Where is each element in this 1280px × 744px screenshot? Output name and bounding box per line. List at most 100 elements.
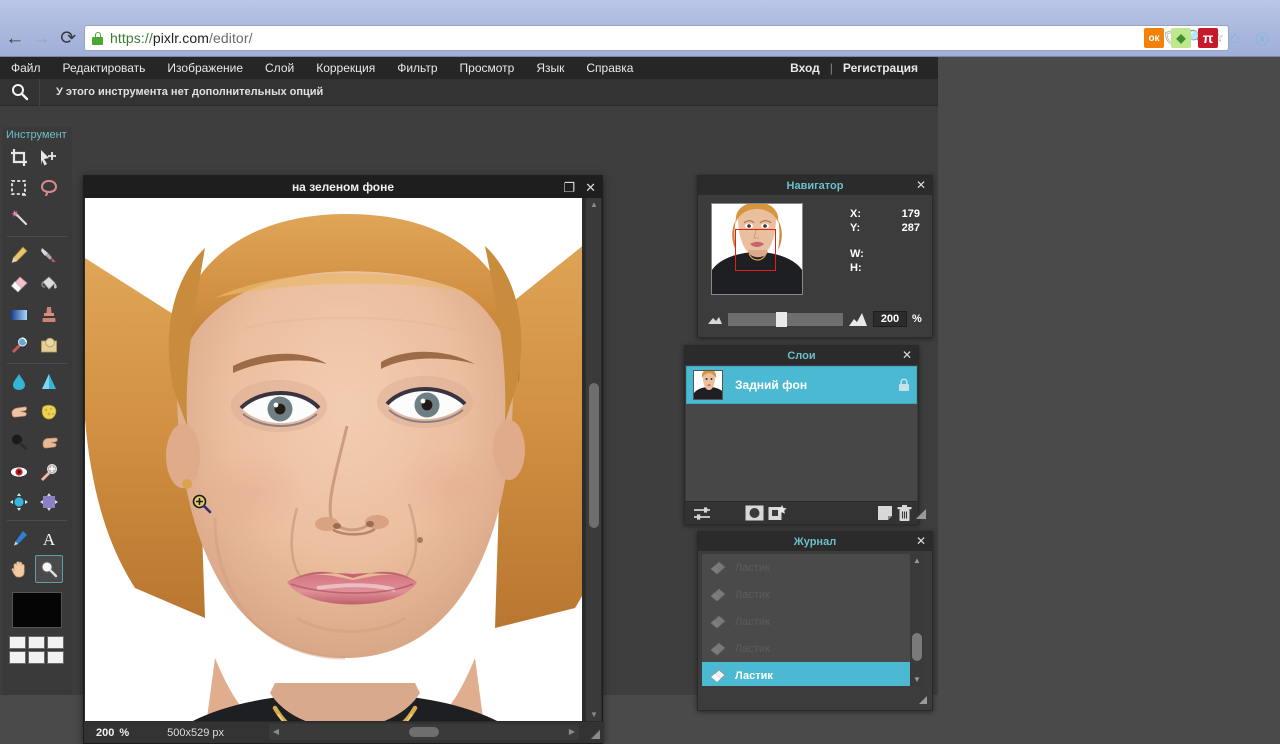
shape-draw-icon[interactable] [35,331,63,359]
home-extension-icon[interactable]: ⌂ [1225,28,1245,48]
palette-cell[interactable] [9,651,26,664]
scroll-right-arrow-icon[interactable]: ▶ [565,724,579,740]
spot-heal-icon[interactable] [35,458,63,486]
navigator-thumbnail[interactable] [711,203,803,295]
menu-edit[interactable]: Редактировать [52,57,157,79]
water-drop-icon[interactable] [5,368,33,396]
menu-adjustment[interactable]: Коррекция [305,57,386,79]
pi-extension-icon[interactable]: π [1198,28,1218,48]
menu-filter[interactable]: Фильтр [386,57,448,79]
delete-layer-icon[interactable] [897,504,912,523]
pencil-icon[interactable] [5,241,33,269]
image-window-titlebar[interactable]: на зеленом фоне ❐ ✕ [84,176,602,198]
menu-layer[interactable]: Слой [254,57,305,79]
resize-grip-icon[interactable] [914,504,927,523]
scroll-down-arrow-icon[interactable]: ▼ [910,673,924,686]
history-panel-header[interactable]: Журнал ✕ [698,532,932,551]
amazon-extension-icon[interactable]: ⓐ [1252,28,1272,48]
scroll-up-arrow-icon[interactable]: ▲ [586,198,602,212]
address-bar[interactable]: https://pixlr.com/editor/ 🛡 🔍 ☆ [84,25,1229,51]
maximize-icon[interactable]: ❐ [563,181,575,194]
zoom-input[interactable]: 200 [873,311,907,327]
red-eye-icon[interactable] [5,458,33,486]
history-item[interactable]: Ластик [702,608,914,635]
zoom-slider-thumb[interactable] [776,311,787,327]
close-icon[interactable]: ✕ [585,181,596,194]
forward-arrow-icon[interactable]: → [30,25,54,51]
foreground-color-swatch[interactable] [12,592,62,628]
large-mountain-icon[interactable] [849,312,867,326]
history-item[interactable]: Ластик [702,554,914,581]
canvas-horizontal-scrollbar[interactable]: ◀ ▶ [269,724,579,740]
menu-image[interactable]: Изображение [156,57,254,79]
brush-icon[interactable] [35,241,63,269]
palette-cell[interactable] [47,651,64,664]
eraser-icon[interactable] [5,271,33,299]
history-item[interactable]: Ластик [702,581,914,608]
sponge-icon[interactable] [35,398,63,426]
resize-grip-icon[interactable] [917,694,928,705]
stamp-icon[interactable] [35,301,63,329]
palette-cell[interactable] [9,636,26,649]
lock-icon[interactable] [898,378,910,392]
paint-bucket-icon[interactable] [35,271,63,299]
zoom-slider[interactable] [728,311,843,327]
back-arrow-icon[interactable]: ← [3,25,27,51]
magic-wand-icon[interactable] [5,204,33,232]
text-a-icon[interactable]: A [35,525,63,553]
layer-settings-icon[interactable] [693,504,711,523]
hand-icon[interactable] [5,555,33,583]
palette-cell[interactable] [28,636,45,649]
horizontal-scroll-thumb[interactable] [409,727,439,737]
pinch-icon[interactable] [35,488,63,516]
history-scrollbar[interactable]: ▲ ▼ [910,554,924,686]
scroll-left-arrow-icon[interactable]: ◀ [269,724,283,740]
rect-marquee-icon[interactable] [5,174,33,202]
navigator-viewport-rect[interactable] [735,229,776,271]
layer-row[interactable]: Задний фон [686,366,917,404]
dodge-icon[interactable] [5,428,33,456]
smudge-finger-icon[interactable] [5,398,33,426]
close-icon[interactable]: ✕ [916,178,926,193]
navigator-panel-header[interactable]: Навигатор ✕ [698,176,932,195]
burn-hand-icon[interactable] [35,428,63,456]
eyedropper-icon[interactable] [5,525,33,553]
history-item-label: Ластик [735,588,770,601]
move-arrow-icon[interactable] [35,144,63,172]
close-icon[interactable]: ✕ [902,348,912,363]
resize-grip-icon[interactable] [589,728,601,740]
scroll-up-arrow-icon[interactable]: ▲ [910,554,924,567]
zoom-tool[interactable] [35,555,63,583]
new-layer-icon[interactable] [877,504,893,523]
crop-tool[interactable] [5,144,33,172]
image-canvas[interactable] [85,198,582,722]
small-mountain-icon[interactable] [708,314,722,324]
layer-styles-icon[interactable] [768,504,787,523]
canvas-vertical-scrollbar[interactable]: ▲ ▼ [585,198,601,722]
menu-help[interactable]: Справка [575,57,644,79]
reload-icon[interactable]: ⟳ [56,25,80,51]
layer-mask-icon[interactable] [745,504,764,523]
color-replace-icon[interactable] [5,331,33,359]
lasso-icon[interactable] [35,174,63,202]
odnoklassniki-extension-icon[interactable]: ок [1144,28,1164,48]
menu-view[interactable]: Просмотр [449,57,526,79]
login-link[interactable]: Вход [782,57,828,79]
menu-file[interactable]: Файл [0,57,52,79]
palette-cell[interactable] [47,636,64,649]
bloat-icon[interactable] [5,488,33,516]
sharpen-cone-icon[interactable] [35,368,63,396]
menu-language[interactable]: Язык [525,57,575,79]
history-item[interactable]: Ластик [702,635,914,662]
history-item[interactable]: Ластик [702,662,914,686]
history-item-label: Ластик [735,642,770,655]
gradient-icon[interactable] [5,301,33,329]
history-scroll-thumb[interactable] [912,633,922,661]
leaf-extension-icon[interactable]: ◆ [1171,28,1191,48]
layers-panel-header[interactable]: Слои ✕ [685,346,918,365]
register-link[interactable]: Регистрация [835,57,926,79]
browser-extension-icons: ок ◆ π ⌂ ⓐ [1144,25,1272,51]
close-icon[interactable]: ✕ [916,534,926,549]
vertical-scroll-thumb[interactable] [589,383,599,528]
palette-cell[interactable] [28,651,45,664]
